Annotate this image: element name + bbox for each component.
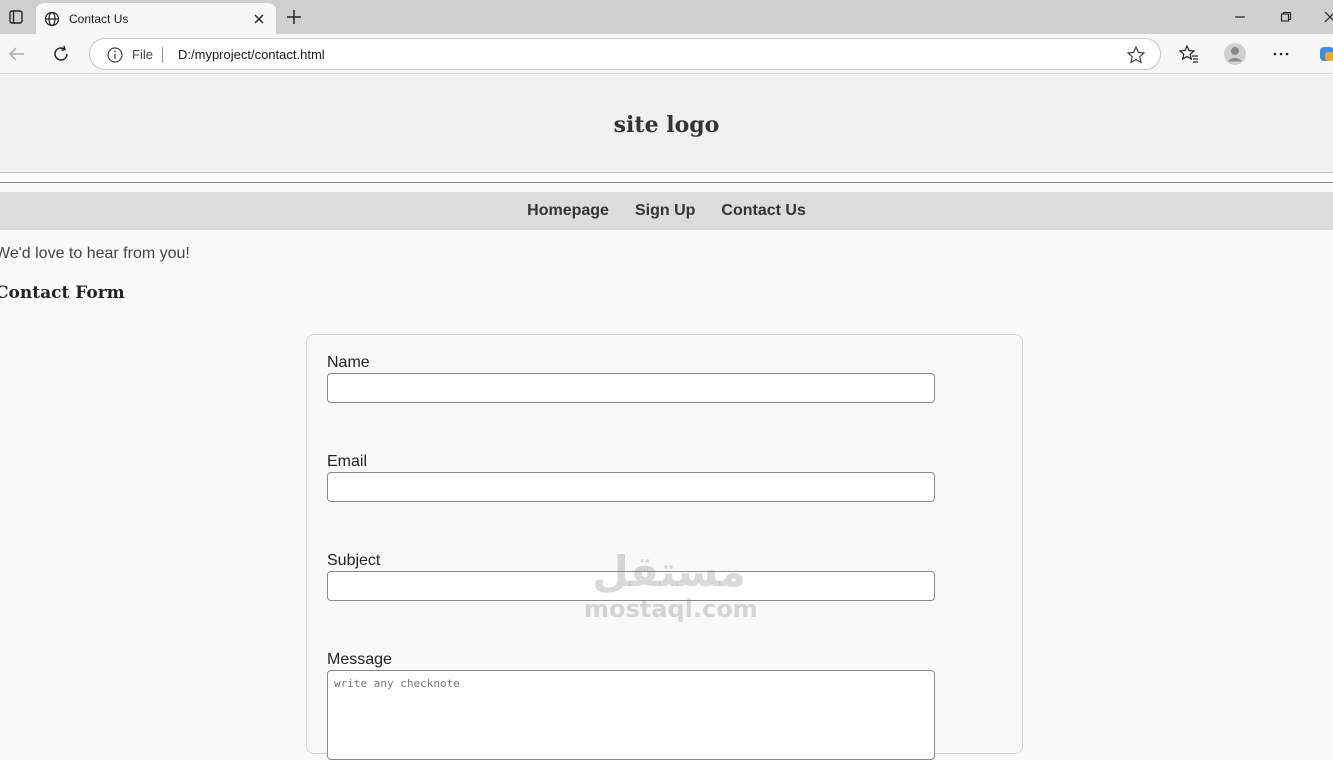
more-icon bbox=[1273, 52, 1289, 56]
nav-sign-up[interactable]: Sign Up bbox=[635, 202, 695, 220]
window-close-button[interactable] bbox=[1318, 5, 1333, 29]
refresh-icon bbox=[54, 45, 68, 61]
contact-form: Name Email Subject Message bbox=[306, 334, 1023, 760]
restore-icon bbox=[1280, 11, 1292, 22]
url-text[interactable]: D:/myproject/contact.html bbox=[178, 47, 325, 62]
copilot-button[interactable] bbox=[1313, 40, 1333, 68]
favorites-icon bbox=[1179, 44, 1198, 63]
plus-icon bbox=[287, 10, 301, 24]
minimize-button[interactable] bbox=[1228, 5, 1252, 29]
address-bar[interactable]: File D:/myproject/contact.html bbox=[89, 38, 1161, 70]
intro-text: We'd love to hear from you! bbox=[0, 245, 190, 262]
favorites-button[interactable] bbox=[1175, 40, 1203, 68]
restore-button[interactable] bbox=[1274, 5, 1298, 29]
email-input[interactable] bbox=[327, 472, 935, 502]
name-label: Name bbox=[327, 354, 370, 371]
browser-tab[interactable]: Contact Us bbox=[36, 3, 276, 34]
name-input[interactable] bbox=[327, 373, 935, 403]
close-icon bbox=[1324, 11, 1333, 23]
message-label: Message bbox=[327, 651, 392, 668]
tab-actions-button[interactable] bbox=[2, 4, 30, 30]
email-label: Email bbox=[327, 453, 368, 470]
browser-toolbar: File D:/myproject/contact.html bbox=[0, 34, 1333, 74]
url-scheme-label: File bbox=[132, 47, 153, 62]
copilot-icon bbox=[1320, 47, 1333, 61]
minimize-icon bbox=[1235, 16, 1245, 18]
message-textarea[interactable] bbox=[327, 670, 935, 760]
more-menu-button[interactable] bbox=[1267, 40, 1295, 68]
tab-close-button[interactable] bbox=[248, 8, 270, 30]
tab-actions-icon bbox=[9, 10, 23, 24]
info-icon bbox=[107, 47, 123, 63]
subject-input[interactable] bbox=[327, 571, 935, 601]
main-nav: Homepage Sign Up Contact Us bbox=[0, 192, 1333, 230]
form-heading: Contact Form bbox=[0, 283, 125, 303]
profile-button[interactable] bbox=[1221, 40, 1249, 68]
back-button[interactable] bbox=[3, 40, 31, 68]
nav-homepage[interactable]: Homepage bbox=[527, 202, 609, 220]
globe-icon bbox=[44, 11, 60, 26]
avatar-icon bbox=[1224, 43, 1246, 65]
subject-label: Subject bbox=[327, 552, 381, 569]
refresh-button[interactable] bbox=[47, 40, 75, 68]
site-header: site logo bbox=[0, 75, 1333, 173]
close-icon bbox=[254, 14, 264, 23]
horizontal-rule bbox=[0, 182, 1333, 183]
tab-title: Contact Us bbox=[69, 11, 129, 26]
site-logo[interactable]: site logo bbox=[614, 112, 720, 138]
omnibox-divider bbox=[162, 47, 163, 63]
tab-strip: Contact Us bbox=[0, 0, 1333, 34]
page-content: site logo Homepage Sign Up Contact Us We… bbox=[0, 75, 1333, 760]
new-tab-button[interactable] bbox=[282, 5, 306, 29]
nav-contact-us[interactable]: Contact Us bbox=[721, 202, 805, 220]
star-icon[interactable] bbox=[1126, 45, 1146, 65]
arrow-left-icon bbox=[8, 47, 24, 61]
